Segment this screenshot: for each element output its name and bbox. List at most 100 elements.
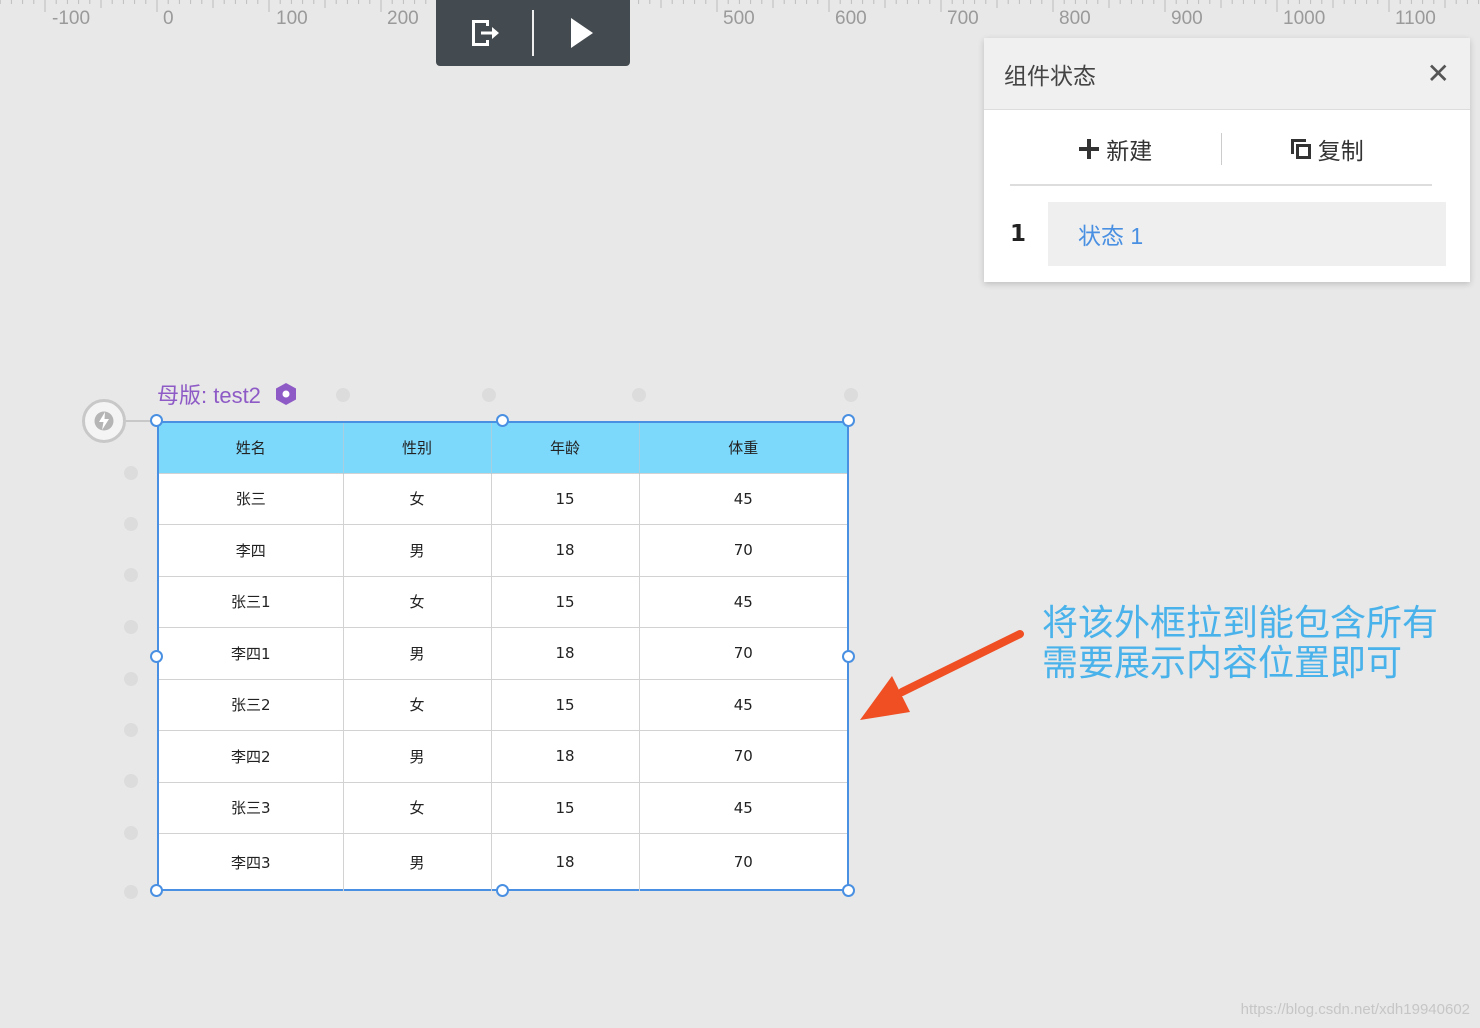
- table-cell: 18: [491, 833, 640, 891]
- table-cell: 男: [343, 833, 492, 891]
- ruler-label: 200: [387, 8, 419, 29]
- data-table[interactable]: 姓名 性别 年龄 体重 张三 女 15 45 李四 男 18 70 张三1 女: [157, 421, 849, 891]
- resize-handle-top-right[interactable]: [842, 414, 855, 427]
- panel-title: 组件状态: [1004, 62, 1096, 89]
- guide-dot: [124, 723, 138, 737]
- guide-dot: [124, 568, 138, 582]
- table-cell: 张三3: [159, 781, 344, 834]
- table-cell: 李四3: [159, 833, 344, 891]
- watermark: https://blog.csdn.net/xdh19940602: [1240, 1001, 1470, 1018]
- table-cell: 70: [639, 833, 847, 891]
- ruler-label: 500: [723, 8, 755, 29]
- state-number: 1: [1010, 221, 1027, 247]
- resize-handle-bottom-left[interactable]: [150, 884, 163, 897]
- table-cell: 李四1: [159, 627, 344, 679]
- ruler-label: 900: [1171, 8, 1203, 29]
- guide-dot: [124, 466, 138, 480]
- copy-state-button[interactable]: 复制: [1222, 132, 1433, 166]
- ruler-label: 1000: [1283, 8, 1326, 29]
- ruler-label: 0: [163, 8, 174, 29]
- play-icon: [571, 18, 593, 48]
- table-cell: 45: [639, 678, 847, 731]
- component-state-panel: 组件状态 ✕ 新建 复制 1 状态 1: [984, 38, 1470, 282]
- table-cell: 70: [639, 730, 847, 782]
- horizontal-ruler: -100 0 100 200 500 600 700 800 900 1000 …: [0, 0, 1480, 40]
- preview-play-button[interactable]: [534, 0, 630, 66]
- table-cell: 女: [343, 472, 492, 525]
- table-row: 李四3 男 18 70: [159, 833, 847, 891]
- guide-dot: [124, 774, 138, 788]
- table-cell: 男: [343, 627, 492, 679]
- guide-dot: [336, 388, 350, 402]
- new-state-button[interactable]: 新建: [1010, 132, 1221, 166]
- table-cell: 15: [491, 472, 640, 525]
- panel-actions: 新建 复制: [1010, 114, 1432, 186]
- table-cell: 男: [343, 524, 492, 576]
- table-cell: 张三1: [159, 575, 344, 628]
- table-cell: 70: [639, 524, 847, 576]
- resize-handle-left[interactable]: [150, 650, 163, 663]
- master-label[interactable]: 母版: test2: [157, 378, 297, 410]
- guide-dot: [632, 388, 646, 402]
- copy-state-label: 复制: [1317, 138, 1364, 164]
- table-cell: 15: [491, 575, 640, 628]
- guide-dot: [124, 885, 138, 899]
- ruler-label: 800: [1059, 8, 1091, 29]
- ruler-label: 700: [947, 8, 979, 29]
- exit-button[interactable]: [436, 0, 532, 66]
- table-cell: 45: [639, 472, 847, 525]
- guide-dot: [124, 620, 138, 634]
- new-state-label: 新建: [1106, 138, 1153, 164]
- table: 姓名 性别 年龄 体重 张三 女 15 45 李四 男 18 70 张三1 女: [159, 423, 847, 891]
- canvas-toolbar: [436, 0, 630, 66]
- table-cell: 45: [639, 575, 847, 628]
- guide-dot: [124, 517, 138, 531]
- ruler-label: 600: [835, 8, 867, 29]
- hexagon-icon: [275, 383, 296, 405]
- table-cell: 18: [491, 524, 640, 576]
- guide-dot: [124, 826, 138, 840]
- table-row: 李四 男 18 70: [159, 524, 847, 576]
- state-list-item: 1 状态 1: [1010, 202, 1446, 266]
- guide-dot: [124, 672, 138, 686]
- annotation-line-2: 需要展示内容位置即可: [1042, 643, 1403, 684]
- resize-handle-bottom-right[interactable]: [842, 884, 855, 897]
- resize-handle-top-left[interactable]: [150, 414, 163, 427]
- annotation-line-1: 将该外框拉到能包含所有: [1042, 603, 1439, 644]
- table-cell: 张三2: [159, 678, 344, 731]
- ruler-label: -100: [52, 8, 91, 29]
- plus-icon: [1078, 138, 1100, 160]
- ruler-label: 1100: [1395, 8, 1436, 29]
- resize-handle-top[interactable]: [496, 414, 509, 427]
- table-cell: 张三: [159, 472, 344, 525]
- table-header-row: 姓名 性别 年龄 体重: [159, 423, 847, 473]
- annotation-text: 将该外框拉到能包含所有 需要展示内容位置即可: [1042, 604, 1438, 684]
- annotation-arrow-icon: [860, 630, 1024, 720]
- copy-icon: [1290, 138, 1312, 160]
- guide-dot: [482, 388, 496, 402]
- panel-header: 组件状态 ✕: [984, 38, 1470, 110]
- table-cell: 18: [491, 730, 640, 782]
- table-cell: 李四2: [159, 730, 344, 782]
- close-icon[interactable]: ✕: [1427, 59, 1450, 88]
- table-cell: 女: [343, 781, 492, 834]
- table-cell: 女: [343, 678, 492, 731]
- master-name: 母版: test2: [157, 383, 261, 408]
- ruler-label: 100: [276, 8, 308, 29]
- column-header: 姓名: [159, 423, 344, 473]
- lightning-icon[interactable]: [82, 399, 126, 443]
- table-cell: 45: [639, 781, 847, 834]
- table-cell: 15: [491, 678, 640, 731]
- column-header: 性别: [343, 423, 492, 473]
- table-row: 张三2 女 15 45: [159, 678, 847, 731]
- table-row: 张三3 女 15 45: [159, 781, 847, 834]
- table-row: 李四2 男 18 70: [159, 730, 847, 782]
- table-cell: 15: [491, 781, 640, 834]
- table-row: 张三 女 15 45: [159, 472, 847, 525]
- exit-icon: [472, 20, 499, 46]
- table-cell: 18: [491, 627, 640, 679]
- table-row: 张三1 女 15 45: [159, 575, 847, 628]
- state-1-item[interactable]: 状态 1: [1048, 202, 1446, 266]
- resize-handle-bottom[interactable]: [496, 884, 509, 897]
- table-cell: 女: [343, 575, 492, 628]
